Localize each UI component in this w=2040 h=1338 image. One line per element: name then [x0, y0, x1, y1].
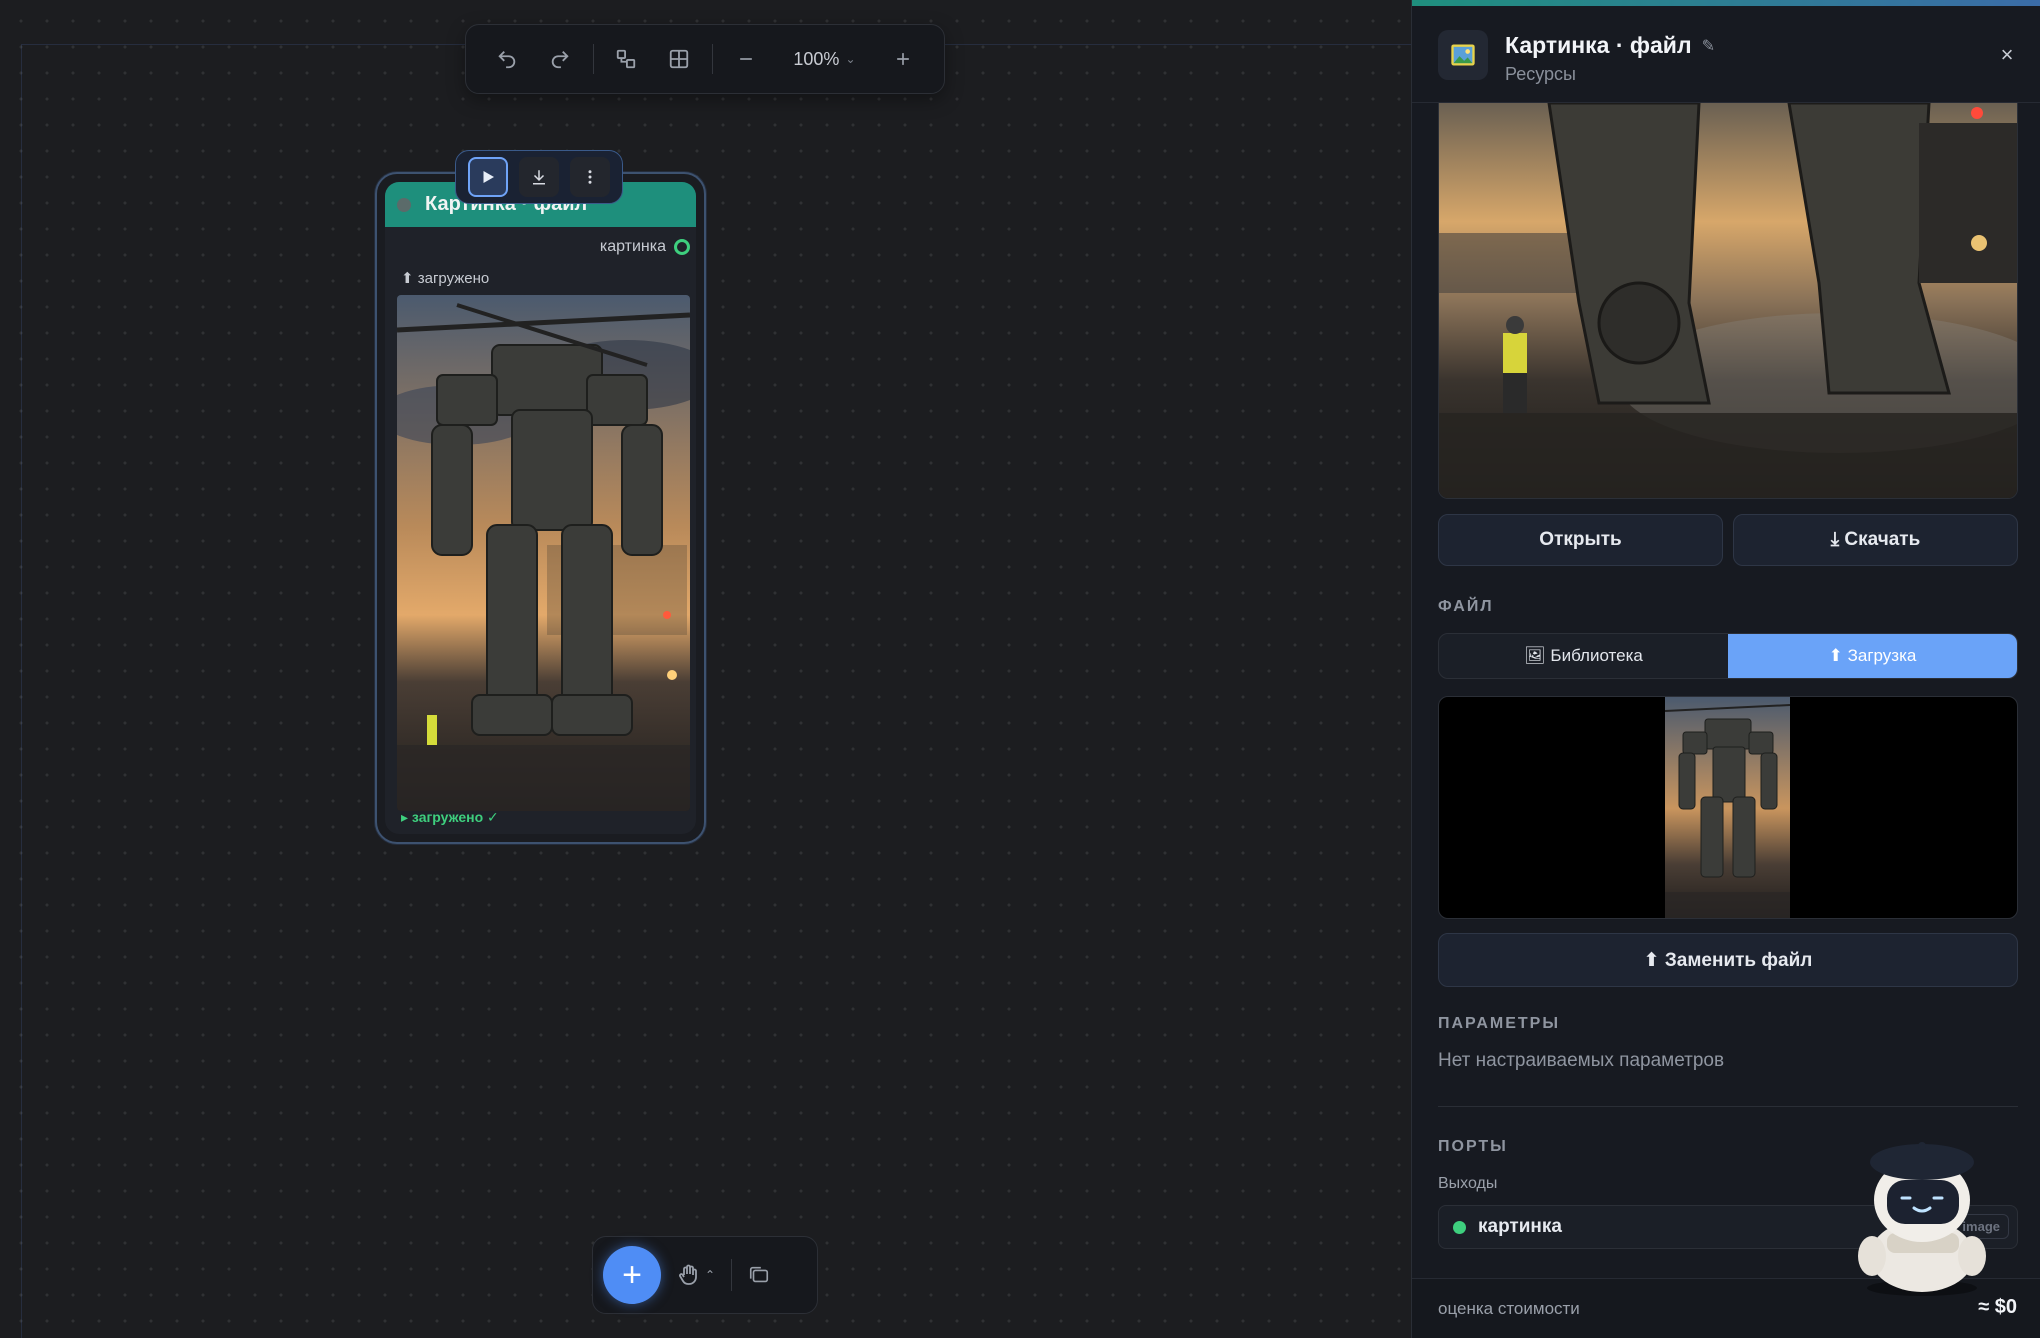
more-icon[interactable] [570, 157, 611, 197]
image-preview-large [1438, 103, 2018, 499]
download-icon[interactable] [518, 157, 559, 197]
run-icon[interactable] [467, 157, 508, 197]
folder-icon[interactable] [740, 1250, 778, 1300]
canvas-frame [21, 44, 1411, 1338]
hand-tool-button[interactable]: ⌃ [669, 1250, 723, 1300]
output-port-name: картинка [1478, 1216, 1562, 1237]
panel-title: Картинка · файл [1505, 32, 1692, 58]
node-footer-status: ▸ загружено ✓ [401, 809, 499, 825]
panel-header: Картинка · файл ✎ Ресурсы × [1412, 6, 2040, 103]
open-button[interactable]: Открыть [1438, 514, 1723, 566]
file-source-tabs: 🖼 Библиотека ⬆ Загрузка [1438, 633, 2018, 679]
add-node-button[interactable]: + [603, 1246, 661, 1304]
zoom-select[interactable]: 100% ⌄ [772, 49, 877, 70]
assistant-mascot[interactable] [1842, 1138, 2000, 1300]
tab-library[interactable]: 🖼 Библиотека [1439, 634, 1728, 678]
cost-label: оценка стоимости [1438, 1299, 1580, 1318]
toolbar-divider [711, 44, 713, 74]
canvas-toolbar: 100% ⌄ [465, 24, 945, 94]
group-icon[interactable] [599, 33, 652, 85]
outputs-label: Выходы [1438, 1175, 1498, 1192]
params-section-title: ПАРАМЕТРЫ [1438, 1015, 1560, 1032]
panel-title-row: Картинка · файл ✎ [1505, 32, 1715, 59]
node-output-port[interactable]: картинка [385, 227, 696, 267]
close-icon[interactable]: × [1992, 40, 2022, 70]
port-status-dot [1453, 1220, 1466, 1234]
node-image-preview [397, 295, 690, 811]
uploaded-file-thumbnail [1665, 697, 1790, 918]
redo-icon[interactable] [533, 33, 586, 85]
toolbar-divider [731, 1259, 733, 1291]
chevron-down-icon: ⌄ [845, 52, 856, 66]
grid-icon[interactable] [653, 33, 706, 85]
ports-section-title: ПОРТЫ [1438, 1138, 1508, 1155]
node-port-label: картинка [599, 238, 666, 255]
download-button[interactable]: ⤓ Скачать [1733, 514, 2018, 566]
file-section-title: ФАЙЛ [1438, 598, 1494, 615]
bottom-toolbar: + ⌃ [592, 1236, 818, 1314]
hand-icon [679, 1264, 697, 1285]
zoom-value: 100% [793, 48, 840, 69]
zoom-in-icon[interactable] [877, 33, 930, 85]
uploaded-file-preview [1438, 696, 2018, 919]
chevron-up-icon: ⌃ [705, 1268, 716, 1282]
node-upload-status: ⬆ загружено [401, 270, 490, 287]
node-status-dot [397, 197, 411, 212]
preview-actions: Открыть ⤓ Скачать [1438, 514, 2018, 566]
zoom-out-icon[interactable] [719, 33, 772, 85]
image-file-node[interactable]: Картинка · файл картинка ⬆ загружено ▸ з… [375, 172, 706, 844]
panel-subtitle: Ресурсы [1505, 64, 1576, 84]
undo-icon[interactable] [480, 33, 533, 85]
section-divider [1438, 1106, 2018, 1107]
port-connector-icon[interactable] [674, 239, 690, 255]
no-params-text: Нет настраиваемых параметров [1438, 1050, 1725, 1071]
image-icon [1438, 30, 1488, 80]
edit-icon[interactable]: ✎ [1702, 36, 1715, 56]
replace-file-button[interactable]: ⬆ Заменить файл [1438, 933, 2018, 987]
node-body: Картинка · файл картинка ⬆ загружено ▸ з… [385, 182, 696, 834]
node-actions-bar [455, 150, 623, 204]
toolbar-divider [592, 44, 594, 74]
app-root: 100% ⌄ Картинка · файл картинка ⬆ загруж… [0, 0, 2040, 1338]
tab-upload[interactable]: ⬆ Загрузка [1728, 634, 2017, 678]
